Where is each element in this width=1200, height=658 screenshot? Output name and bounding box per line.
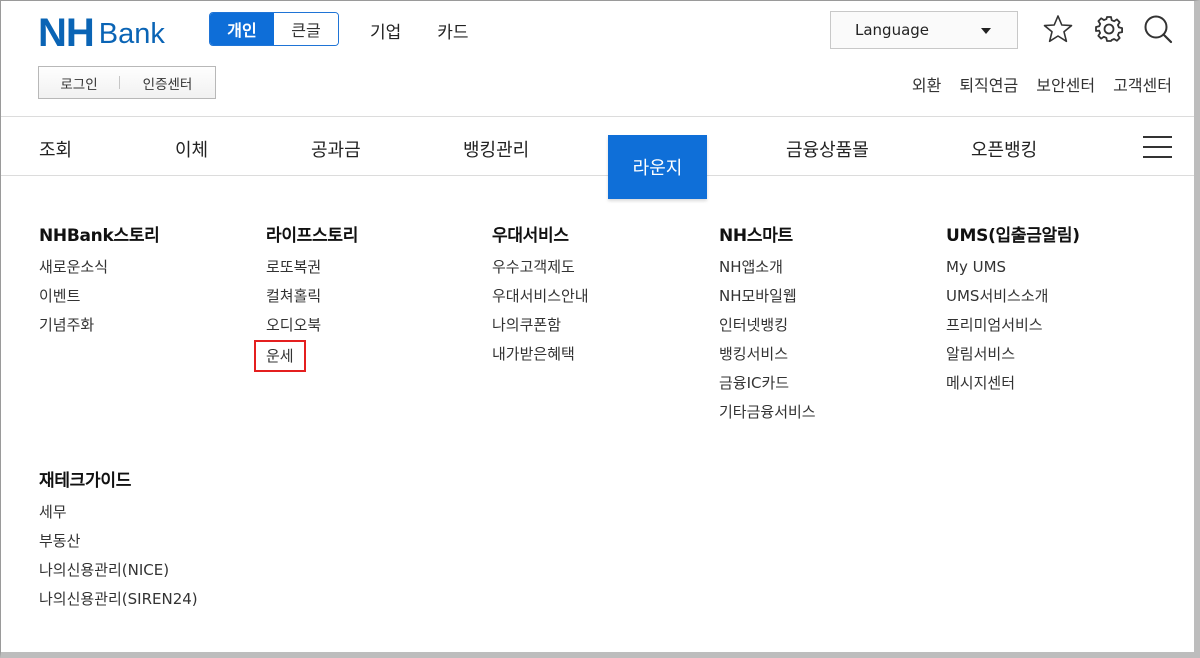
nh-bank-logo[interactable]: NH Bank bbox=[38, 11, 165, 55]
menu-item-fortune[interactable]: 운세 bbox=[254, 340, 306, 372]
logo-bank-text: Bank bbox=[98, 18, 165, 50]
menu-item-credit-siren[interactable]: 나의신용관리(SIREN24) bbox=[39, 591, 198, 620]
menu-item-alert[interactable]: 알림서비스 bbox=[946, 346, 1080, 375]
logo-nh-text: NH bbox=[38, 11, 95, 55]
large-text-mode-button[interactable]: 큰글 bbox=[274, 13, 338, 45]
util-link-forex[interactable]: 외환 bbox=[912, 72, 941, 96]
menu-item-lotto[interactable]: 로또복권 bbox=[266, 259, 358, 288]
nav-item-lounge[interactable]: 라운지 bbox=[608, 135, 707, 199]
personal-mode-button[interactable]: 개인 bbox=[210, 13, 274, 45]
menu-item-real-estate[interactable]: 부동산 bbox=[39, 533, 198, 562]
util-link-pension[interactable]: 퇴직연금 bbox=[959, 72, 1018, 96]
cert-center-button[interactable]: 인증센터 bbox=[120, 73, 215, 93]
menu-item-mobile-web[interactable]: NH모바일웹 bbox=[719, 288, 816, 317]
top-link-corporate[interactable]: 기업 bbox=[370, 18, 401, 43]
login-button[interactable]: 로그인 bbox=[39, 73, 119, 93]
caret-down-icon bbox=[981, 28, 991, 34]
util-link-customer[interactable]: 고객센터 bbox=[1113, 72, 1172, 96]
menu-item-event[interactable]: 이벤트 bbox=[39, 288, 160, 317]
menu-item-app[interactable]: NH앱소개 bbox=[719, 259, 816, 288]
menu-item-vip[interactable]: 우수고객제도 bbox=[492, 259, 589, 288]
menu-item-fortune-wrap: 운세 bbox=[254, 340, 358, 375]
column-title[interactable]: 우대서비스 bbox=[492, 221, 589, 246]
menu-item-ums-intro[interactable]: UMS서비스소개 bbox=[946, 288, 1080, 317]
menu-item-credit-nice[interactable]: 나의신용관리(NICE) bbox=[39, 562, 198, 591]
search-icon[interactable] bbox=[1143, 14, 1173, 44]
menu-item-benefit-info[interactable]: 우대서비스안내 bbox=[492, 288, 589, 317]
menu-column-nh-smart: NH스마트 NH앱소개 NH모바일웹 인터넷뱅킹 뱅킹서비스 금융IC카드 기타… bbox=[719, 221, 816, 433]
nav-item-inquiry[interactable]: 조회 bbox=[39, 136, 72, 162]
menu-item-culture[interactable]: 컬쳐홀릭 bbox=[266, 288, 358, 317]
menu-item-message-center[interactable]: 메시지센터 bbox=[946, 375, 1080, 404]
top-links: 기업 카드 bbox=[370, 18, 469, 43]
menu-item-tax[interactable]: 세무 bbox=[39, 504, 198, 533]
column-title[interactable]: UMS(입출금알림) bbox=[946, 221, 1080, 246]
nav-item-open-banking[interactable]: 오픈뱅킹 bbox=[971, 136, 1037, 162]
util-link-security[interactable]: 보안센터 bbox=[1036, 72, 1095, 96]
utility-links: 외환 퇴직연금 보안센터 고객센터 bbox=[912, 72, 1172, 96]
column-title[interactable]: NHBank스토리 bbox=[39, 221, 160, 246]
menu-item-banking-service[interactable]: 뱅킹서비스 bbox=[719, 346, 816, 375]
menu-item-other-services[interactable]: 기타금융서비스 bbox=[719, 404, 816, 433]
menu-item-ic-card[interactable]: 금융IC카드 bbox=[719, 375, 816, 404]
menu-item-received-benefits[interactable]: 내가받은혜택 bbox=[492, 346, 589, 375]
menu-column-life-story: 라이프스토리 로또복권 컬쳐홀릭 오디오북 운세 bbox=[254, 221, 358, 375]
star-icon[interactable] bbox=[1043, 14, 1073, 44]
column-title[interactable]: 라이프스토리 bbox=[266, 221, 358, 246]
menu-column-finance-guide: 재테크가이드 세무 부동산 나의신용관리(NICE) 나의신용관리(SIREN2… bbox=[39, 466, 198, 620]
language-select[interactable]: Language bbox=[830, 11, 1018, 49]
column-title[interactable]: 재테크가이드 bbox=[39, 466, 198, 491]
gear-icon[interactable] bbox=[1094, 14, 1124, 44]
hamburger-icon[interactable] bbox=[1143, 136, 1172, 158]
nav-item-transfer[interactable]: 이체 bbox=[175, 136, 208, 162]
auth-box: 로그인 인증센터 bbox=[38, 66, 216, 99]
top-link-card[interactable]: 카드 bbox=[437, 18, 468, 43]
menu-item-premium[interactable]: 프리미엄서비스 bbox=[946, 317, 1080, 346]
nav-item-banking-mgmt[interactable]: 뱅킹관리 bbox=[463, 136, 529, 162]
language-select-label: Language bbox=[855, 21, 930, 39]
menu-item-my-ums[interactable]: My UMS bbox=[946, 259, 1080, 288]
nav-divider bbox=[1, 175, 1194, 176]
column-title[interactable]: NH스마트 bbox=[719, 221, 816, 246]
nav-item-product-mall[interactable]: 금융상품몰 bbox=[786, 136, 869, 162]
menu-column-nhbank-story: NHBank스토리 새로운소식 이벤트 기념주화 bbox=[39, 221, 160, 346]
menu-item-news[interactable]: 새로운소식 bbox=[39, 259, 160, 288]
nav-item-utility-bills[interactable]: 공과금 bbox=[311, 136, 361, 162]
menu-item-coupons[interactable]: 나의쿠폰함 bbox=[492, 317, 589, 346]
menu-column-benefits: 우대서비스 우수고객제도 우대서비스안내 나의쿠폰함 내가받은혜택 bbox=[492, 221, 589, 375]
view-mode-toggle: 개인 큰글 bbox=[209, 12, 339, 46]
menu-item-coin[interactable]: 기념주화 bbox=[39, 317, 160, 346]
main-nav: 조회 이체 공과금 뱅킹관리 금융상품몰 오픈뱅킹 bbox=[0, 117, 1194, 175]
menu-item-internet-banking[interactable]: 인터넷뱅킹 bbox=[719, 317, 816, 346]
menu-column-ums: UMS(입출금알림) My UMS UMS서비스소개 프리미엄서비스 알림서비스… bbox=[946, 221, 1080, 404]
